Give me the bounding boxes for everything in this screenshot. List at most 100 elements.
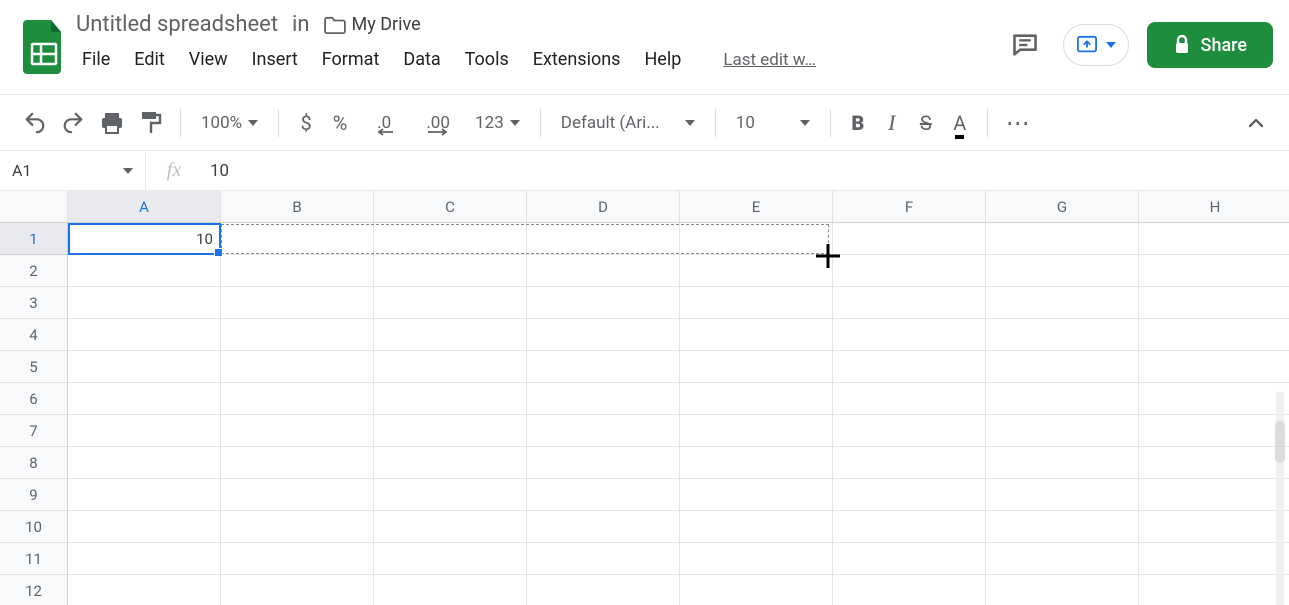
cell-C5[interactable] (374, 351, 527, 383)
doc-title[interactable]: Untitled spreadsheet (76, 12, 278, 37)
cell-A6[interactable] (68, 383, 221, 415)
select-all-corner[interactable] (0, 191, 68, 223)
row-header-10[interactable]: 10 (0, 511, 68, 543)
cell-F12[interactable] (833, 575, 986, 605)
row-header-3[interactable]: 3 (0, 287, 68, 319)
cell-A11[interactable] (68, 543, 221, 575)
cell-A5[interactable] (68, 351, 221, 383)
cell-D1[interactable] (527, 223, 680, 255)
undo-button[interactable] (18, 105, 52, 141)
column-header-F[interactable]: F (833, 191, 986, 223)
cell-B3[interactable] (221, 287, 374, 319)
cell-A2[interactable] (68, 255, 221, 287)
cell-D9[interactable] (527, 479, 680, 511)
row-header-7[interactable]: 7 (0, 415, 68, 447)
text-color-button[interactable]: A (945, 105, 975, 141)
cell-F11[interactable] (833, 543, 986, 575)
cell-C7[interactable] (374, 415, 527, 447)
cell-C4[interactable] (374, 319, 527, 351)
cell-G11[interactable] (986, 543, 1139, 575)
row-header-8[interactable]: 8 (0, 447, 68, 479)
menu-help[interactable]: Help (638, 45, 687, 74)
cell-D7[interactable] (527, 415, 680, 447)
italic-button[interactable]: I (877, 105, 907, 141)
cell-H10[interactable] (1139, 511, 1289, 543)
zoom-dropdown[interactable]: 100% (193, 105, 266, 141)
cell-B1[interactable] (221, 223, 374, 255)
column-header-E[interactable]: E (680, 191, 833, 223)
cell-D2[interactable] (527, 255, 680, 287)
increase-decimal-button[interactable]: .00 (413, 105, 463, 141)
comments-button[interactable] (1005, 25, 1045, 65)
spreadsheet-grid[interactable]: ABCDEFGH11023456789101112 (0, 191, 1289, 605)
column-header-C[interactable]: C (374, 191, 527, 223)
row-header-9[interactable]: 9 (0, 479, 68, 511)
cell-H11[interactable] (1139, 543, 1289, 575)
share-button[interactable]: Share (1147, 22, 1273, 68)
cell-F7[interactable] (833, 415, 986, 447)
cell-C2[interactable] (374, 255, 527, 287)
cell-A7[interactable] (68, 415, 221, 447)
cell-B5[interactable] (221, 351, 374, 383)
cell-B8[interactable] (221, 447, 374, 479)
cell-G9[interactable] (986, 479, 1139, 511)
row-header-2[interactable]: 2 (0, 255, 68, 287)
cell-G10[interactable] (986, 511, 1139, 543)
cell-E1[interactable] (680, 223, 833, 255)
menu-data[interactable]: Data (397, 45, 446, 74)
cell-F3[interactable] (833, 287, 986, 319)
cell-E4[interactable] (680, 319, 833, 351)
menu-tools[interactable]: Tools (459, 45, 515, 74)
cell-F5[interactable] (833, 351, 986, 383)
row-header-1[interactable]: 1 (0, 223, 68, 255)
collapse-toolbar-button[interactable] (1241, 105, 1271, 141)
cell-F4[interactable] (833, 319, 986, 351)
cell-D4[interactable] (527, 319, 680, 351)
cell-H12[interactable] (1139, 575, 1289, 605)
cell-C3[interactable] (374, 287, 527, 319)
cell-B12[interactable] (221, 575, 374, 605)
redo-button[interactable] (56, 105, 90, 141)
row-header-6[interactable]: 6 (0, 383, 68, 415)
cell-B4[interactable] (221, 319, 374, 351)
cell-F6[interactable] (833, 383, 986, 415)
cell-A10[interactable] (68, 511, 221, 543)
formula-input[interactable]: 10 (202, 161, 1289, 181)
cell-F10[interactable] (833, 511, 986, 543)
cell-F9[interactable] (833, 479, 986, 511)
number-format-dropdown[interactable]: 123 (467, 105, 528, 141)
cell-A3[interactable] (68, 287, 221, 319)
column-header-G[interactable]: G (986, 191, 1139, 223)
cell-H2[interactable] (1139, 255, 1289, 287)
cell-E7[interactable] (680, 415, 833, 447)
cell-G5[interactable] (986, 351, 1139, 383)
cell-B10[interactable] (221, 511, 374, 543)
cell-A4[interactable] (68, 319, 221, 351)
cell-A12[interactable] (68, 575, 221, 605)
cell-H4[interactable] (1139, 319, 1289, 351)
bold-button[interactable]: B (843, 105, 873, 141)
cell-G4[interactable] (986, 319, 1139, 351)
cell-E9[interactable] (680, 479, 833, 511)
location-folder[interactable]: My Drive (324, 14, 421, 35)
cell-B9[interactable] (221, 479, 374, 511)
percent-button[interactable]: % (325, 105, 355, 141)
vertical-scrollbar[interactable] (1273, 391, 1287, 605)
cell-H9[interactable] (1139, 479, 1289, 511)
menu-extensions[interactable]: Extensions (527, 45, 627, 74)
cell-A1[interactable]: 10 (68, 223, 221, 255)
name-box[interactable]: A1 (0, 151, 146, 190)
cell-E3[interactable] (680, 287, 833, 319)
cell-G6[interactable] (986, 383, 1139, 415)
cell-H8[interactable] (1139, 447, 1289, 479)
cell-D12[interactable] (527, 575, 680, 605)
cell-B6[interactable] (221, 383, 374, 415)
strike-button[interactable]: S (911, 105, 941, 141)
row-header-5[interactable]: 5 (0, 351, 68, 383)
column-header-A[interactable]: A (68, 191, 221, 223)
cell-C11[interactable] (374, 543, 527, 575)
menu-format[interactable]: Format (316, 45, 386, 74)
cell-C10[interactable] (374, 511, 527, 543)
cell-E8[interactable] (680, 447, 833, 479)
menu-file[interactable]: File (76, 45, 116, 74)
